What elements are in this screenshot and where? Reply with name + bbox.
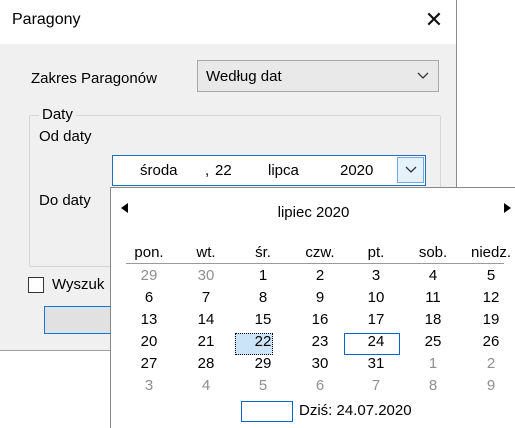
calendar-day[interactable]: 30 xyxy=(300,354,340,374)
from-date-label: Od daty xyxy=(39,128,92,145)
chevron-down-icon xyxy=(417,72,429,79)
calendar-day[interactable]: 23 xyxy=(300,332,340,352)
calendar-day[interactable]: 22 xyxy=(243,332,283,352)
calendar-day[interactable]: 29 xyxy=(129,266,169,286)
range-value: Według dat xyxy=(206,68,282,85)
close-icon[interactable]: ✕ xyxy=(422,6,446,34)
month-field[interactable]: lipca xyxy=(268,162,299,179)
calendar-day[interactable]: 19 xyxy=(471,310,511,330)
calendar-day[interactable]: 6 xyxy=(300,376,340,396)
dates-group-title: Daty xyxy=(39,106,76,123)
calendar-day[interactable]: 12 xyxy=(471,288,511,308)
calendar-day[interactable]: 29 xyxy=(243,354,283,374)
weekday-header-cell: śr. xyxy=(255,244,271,261)
calendar-day[interactable]: 21 xyxy=(186,332,226,352)
weekday-header-cell: pt. xyxy=(367,244,385,261)
calendar-day[interactable]: 3 xyxy=(356,266,396,286)
comma-separator: , xyxy=(205,162,210,179)
calendar-day[interactable]: 27 xyxy=(129,354,169,374)
calendar-day[interactable]: 24 xyxy=(356,332,396,352)
calendar-day[interactable]: 16 xyxy=(300,310,340,330)
calendar-dropdown: lipiec 2020 pon. wt. śr. czw. pt. sob. niedz. … xyxy=(110,187,515,428)
calendar-day[interactable]: 9 xyxy=(300,288,340,308)
calendar-day[interactable]: 1 xyxy=(413,354,453,374)
calendar-day[interactable]: 18 xyxy=(413,310,453,330)
year-field[interactable]: 2020 xyxy=(340,162,373,179)
weekday-header: pon. wt. śr. czw. pt. sob. niedz. xyxy=(111,243,515,263)
calendar-day[interactable]: 11 xyxy=(413,288,453,308)
calendar-day[interactable]: 5 xyxy=(471,266,511,286)
calendar-day[interactable]: 8 xyxy=(243,288,283,308)
calendar-day[interactable]: 5 xyxy=(243,376,283,396)
weekday-header-cell: sob. xyxy=(418,244,448,261)
calendar-day[interactable]: 9 xyxy=(471,376,511,396)
today-link[interactable]: Dziś: 24.07.2020 xyxy=(299,402,412,419)
title-bar: Paragony ✕ xyxy=(0,0,456,44)
weekday-header-cell: czw. xyxy=(305,244,335,261)
today-swatch xyxy=(241,401,293,422)
calendar-dropdown-button[interactable] xyxy=(397,157,424,183)
calendar-month-title[interactable]: lipiec 2020 xyxy=(111,204,515,221)
range-label: Zakres Paragonów xyxy=(31,70,157,87)
search-checkbox-label: Wyszuk xyxy=(52,276,105,293)
chevron-down-icon xyxy=(405,166,417,173)
from-date-picker[interactable]: środa , 22 lipca 2020 xyxy=(112,155,426,186)
calendar-day[interactable]: 17 xyxy=(356,310,396,330)
weekday-field[interactable]: środa xyxy=(140,162,178,179)
calendar-day[interactable]: 25 xyxy=(413,332,453,352)
weekday-header-cell: wt. xyxy=(196,244,216,261)
weekday-header-cell: pon. xyxy=(134,244,164,261)
day-field[interactable]: 22 xyxy=(215,162,232,179)
calendar-day[interactable]: 20 xyxy=(129,332,169,352)
range-combobox[interactable]: Według dat xyxy=(197,60,439,92)
calendar-day[interactable]: 7 xyxy=(356,376,396,396)
next-month-arrow-icon[interactable] xyxy=(503,203,511,213)
weekday-header-cell: niedz. xyxy=(471,244,512,261)
calendar-day[interactable]: 2 xyxy=(471,354,511,374)
calendar-day[interactable]: 3 xyxy=(129,376,169,396)
calendar-day[interactable]: 4 xyxy=(413,266,453,286)
calendar-day[interactable]: 30 xyxy=(186,266,226,286)
calendar-day[interactable]: 15 xyxy=(243,310,283,330)
search-checkbox[interactable] xyxy=(28,277,44,293)
calendar-day[interactable]: 14 xyxy=(186,310,226,330)
header-divider xyxy=(126,263,504,264)
calendar-day[interactable]: 31 xyxy=(356,354,396,374)
calendar-day[interactable]: 13 xyxy=(129,310,169,330)
calendar-day[interactable]: 1 xyxy=(243,266,283,286)
to-date-label: Do daty xyxy=(39,192,91,209)
calendar-day[interactable]: 10 xyxy=(356,288,396,308)
calendar-day[interactable]: 28 xyxy=(186,354,226,374)
calendar-day[interactable]: 6 xyxy=(129,288,169,308)
calendar-day[interactable]: 4 xyxy=(186,376,226,396)
window-title: Paragony xyxy=(12,11,81,28)
calendar-day[interactable]: 7 xyxy=(186,288,226,308)
calendar-day[interactable]: 26 xyxy=(471,332,511,352)
calendar-day[interactable]: 2 xyxy=(300,266,340,286)
calendar-day[interactable]: 8 xyxy=(413,376,453,396)
